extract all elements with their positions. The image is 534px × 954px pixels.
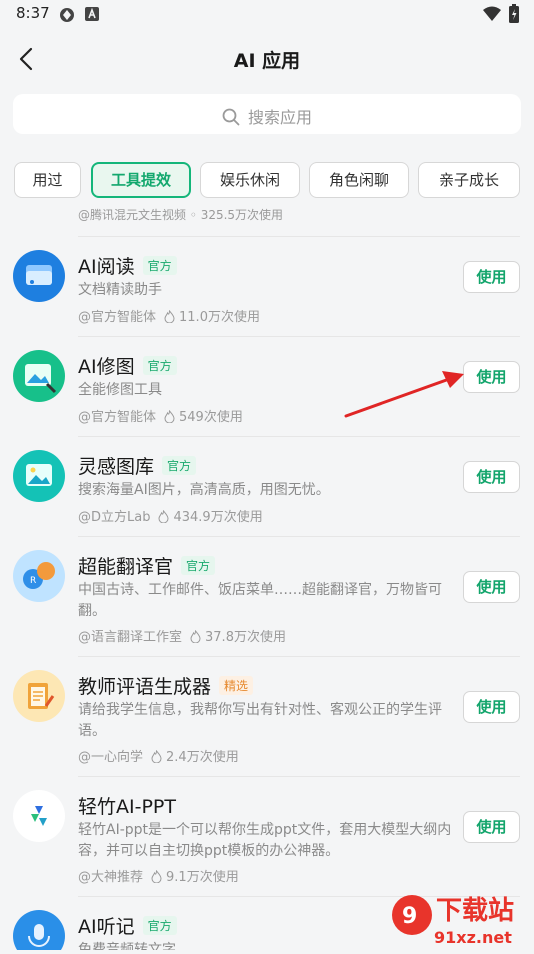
app-description: 请给我学生信息，我帮你写出有针对性、客观公正的学生评语。 [78,702,442,739]
badge-official: 官方 [142,356,177,375]
usage-count: 11.0万次使用 [179,310,260,325]
battery-icon [509,4,519,23]
tab-used[interactable]: 用过 [14,162,81,198]
app-description: 轻竹AI-ppt是一个可以帮你生成ppt文件，套用大模型大纲内容，并可以自主切换… [78,822,452,859]
document-reader-icon [13,250,65,302]
list-item[interactable]: AI阅读 官方 文档精读助手 @官方智能体 11.0万次使用 使用 [0,236,534,336]
usage-count: 2.4万次使用 [166,750,239,765]
watermark-text-url: 91xz.net [434,928,512,947]
status-time: 8:37 [16,4,50,22]
search-input[interactable]: 搜索应用 [13,94,521,134]
translate-bubbles-icon: R [13,550,65,602]
tab-productivity-tools[interactable]: 工具提效 [91,162,191,198]
app-description: 文档精读助手 [78,282,162,298]
app-author: @大神推荐 [78,870,144,885]
app-name: AI修图 [78,356,135,378]
use-button[interactable]: 使用 [463,571,520,603]
category-tabs: 用过 工具提效 娱乐休闲 角色闲聊 亲子成长 [0,162,534,200]
app-description: 搜索海量AI图片，高清高质，用图无忧。 [78,482,330,498]
badge-official: 官方 [142,916,177,935]
search-icon [222,108,240,126]
usage-count: 9.1万次使用 [166,870,239,885]
annotation-arrow-icon [344,371,464,418]
app-description: 中国古诗、工作邮件、饭店菜单……超能翻译官，万物皆可翻。 [78,582,442,619]
use-button[interactable]: 使用 [463,461,520,493]
svg-text:R: R [30,576,36,586]
badge-official: 官方 [181,556,216,575]
clipboard-pencil-icon [13,670,65,722]
fire-icon [190,630,201,643]
partial-item-meta: @腾讯混元文生视频 ◦ 325.5万次使用 [78,208,284,222]
app-list: @腾讯混元文生视频 ◦ 325.5万次使用 AI阅读 官方 文档精读助手 @官方智… [0,200,534,950]
app-name: 灵感图库 [78,456,155,478]
use-button[interactable]: 使用 [463,361,520,393]
fire-icon [151,870,162,883]
usage-count: 37.8万次使用 [205,630,286,645]
app-name: AI听记 [78,916,135,938]
fire-icon [164,310,175,323]
fire-icon [151,750,162,763]
app-author: @官方智能体 [78,310,157,325]
photo-edit-icon [13,350,65,402]
fire-icon [158,510,169,523]
image-gallery-icon [13,450,65,502]
fire-icon [164,410,175,423]
list-item[interactable]: R 超能翻译官 官方 中国古诗、工作邮件、饭店菜单……超能翻译官，万物皆可翻。 @… [0,536,534,656]
search-placeholder: 搜索应用 [247,108,312,127]
status-bar: 8:37 [0,0,534,28]
app-name: 超能翻译官 [78,556,174,578]
badge-official: 官方 [142,256,177,275]
tab-role-chat[interactable]: 角色闲聊 [309,162,409,198]
badge-featured: 精选 [219,676,254,695]
app-author: @D立方Lab [78,510,151,525]
list-item[interactable]: 教师评语生成器 精选 请给我学生信息，我帮你写出有针对性、客观公正的学生评语。 @… [0,656,534,776]
tab-entertainment[interactable]: 娱乐休闲 [200,162,300,198]
watermark-logo: 9 下载站 91xz.net [390,885,534,950]
tab-parenting[interactable]: 亲子成长 [418,162,520,198]
app-name: 轻竹AI-PPT [78,796,176,818]
microphone-icon [13,910,65,950]
use-button[interactable]: 使用 [463,261,520,293]
list-item[interactable]: 灵感图库 官方 搜索海量AI图片，高清高质，用图无忧。 @D立方Lab 434.9万… [0,436,534,536]
app-author: @语言翻译工作室 [78,630,183,645]
page-title: AI 应用 [233,50,301,72]
sync-icon [60,8,74,22]
app-author: @官方智能体 [78,410,157,425]
usage-count: 549次使用 [179,410,243,425]
use-button[interactable]: 使用 [463,811,520,843]
nav-bar: AI 应用 [0,30,534,86]
app-notification-icon [85,7,99,21]
list-item[interactable]: 轻竹AI-PPT 轻竹AI-ppt是一个可以帮你生成ppt文件，套用大模型大纲内… [0,776,534,896]
use-button[interactable]: 使用 [463,691,520,723]
watermark-text-main: 下载站 [436,896,514,926]
bamboo-logo-icon [13,790,65,842]
wifi-icon [483,6,501,21]
svg-text:9: 9 [402,904,417,929]
app-name: AI阅读 [78,256,135,278]
usage-count: 434.9万次使用 [173,510,263,525]
badge-official: 官方 [162,456,197,475]
app-name: 教师评语生成器 [78,676,212,698]
app-author: @一心向学 [78,750,144,765]
